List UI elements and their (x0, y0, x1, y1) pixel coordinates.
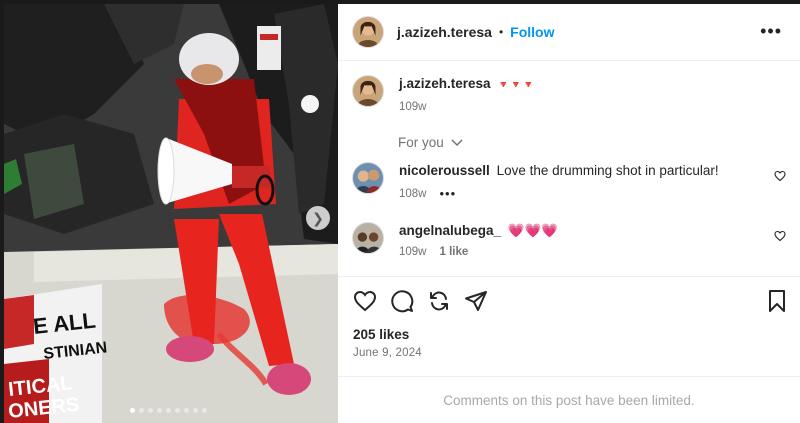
for-you-dropdown[interactable]: For you (398, 135, 463, 150)
comment-likes[interactable]: 1 like (440, 246, 469, 258)
comment-like-icon[interactable] (774, 170, 786, 182)
post-photo[interactable]: E ALL STINIAN ITICAL ONERS ❯ (4, 4, 338, 423)
comment-username[interactable]: angelnalubega_ (399, 223, 501, 238)
carousel-dot (193, 408, 198, 413)
avatar[interactable] (352, 222, 384, 254)
carousel-dot (130, 408, 135, 413)
comment-username[interactable]: nicoleroussell (399, 163, 490, 178)
paper-plane-icon[interactable] (464, 289, 488, 313)
post-date[interactable]: June 9, 2024 (353, 347, 422, 359)
carousel-dot (139, 408, 144, 413)
carousel-dots (130, 408, 207, 413)
comments-limited-notice: Comments on this post have been limited. (338, 376, 800, 423)
photo-image: E ALL STINIAN ITICAL ONERS (4, 4, 338, 423)
header-separator: • (498, 25, 504, 39)
chevron-right-icon[interactable]: ❯ (306, 206, 330, 230)
bookmark-icon[interactable] (765, 289, 789, 313)
post-actions: 205 likes June 9, 2024 (338, 276, 800, 376)
avatar[interactable] (352, 75, 384, 107)
post-author-username[interactable]: j.azizeh.teresa (397, 24, 492, 40)
comment-options-icon[interactable]: ••• (440, 186, 457, 201)
more-options-icon[interactable]: ••• (760, 21, 782, 42)
for-you-label: For you (398, 135, 444, 150)
repost-icon[interactable] (427, 289, 451, 313)
caption-username[interactable]: j.azizeh.teresa (399, 76, 491, 91)
post-header: j.azizeh.teresa • Follow ••• (338, 4, 800, 61)
post-details-panel: j.azizeh.teresa • Follow ••• j.azizeh.te… (338, 4, 800, 423)
carousel-dot (148, 408, 153, 413)
carousel-dot (175, 408, 180, 413)
caption-time[interactable]: 109w (399, 101, 427, 113)
carousel-dot (184, 408, 189, 413)
carousel-dot (157, 408, 162, 413)
carousel-dot (202, 408, 207, 413)
carousel-dot (166, 408, 171, 413)
chevron-down-icon (451, 139, 463, 147)
comment-time[interactable]: 109w (399, 246, 427, 258)
caption-text: 🔻🔻🔻 (497, 80, 535, 91)
comment-like-icon[interactable] (774, 230, 786, 242)
likes-count[interactable]: 205 likes (353, 327, 409, 342)
speech-bubble-icon[interactable] (390, 289, 414, 313)
comment-text: 💗💗💗 (507, 223, 559, 238)
comment-time[interactable]: 108w (399, 188, 427, 200)
avatar[interactable] (352, 162, 384, 194)
avatar[interactable] (352, 16, 384, 48)
comment-text: Love the drumming shot in particular! (496, 163, 719, 178)
follow-button[interactable]: Follow (510, 24, 554, 40)
heart-outline-icon[interactable] (353, 289, 377, 313)
